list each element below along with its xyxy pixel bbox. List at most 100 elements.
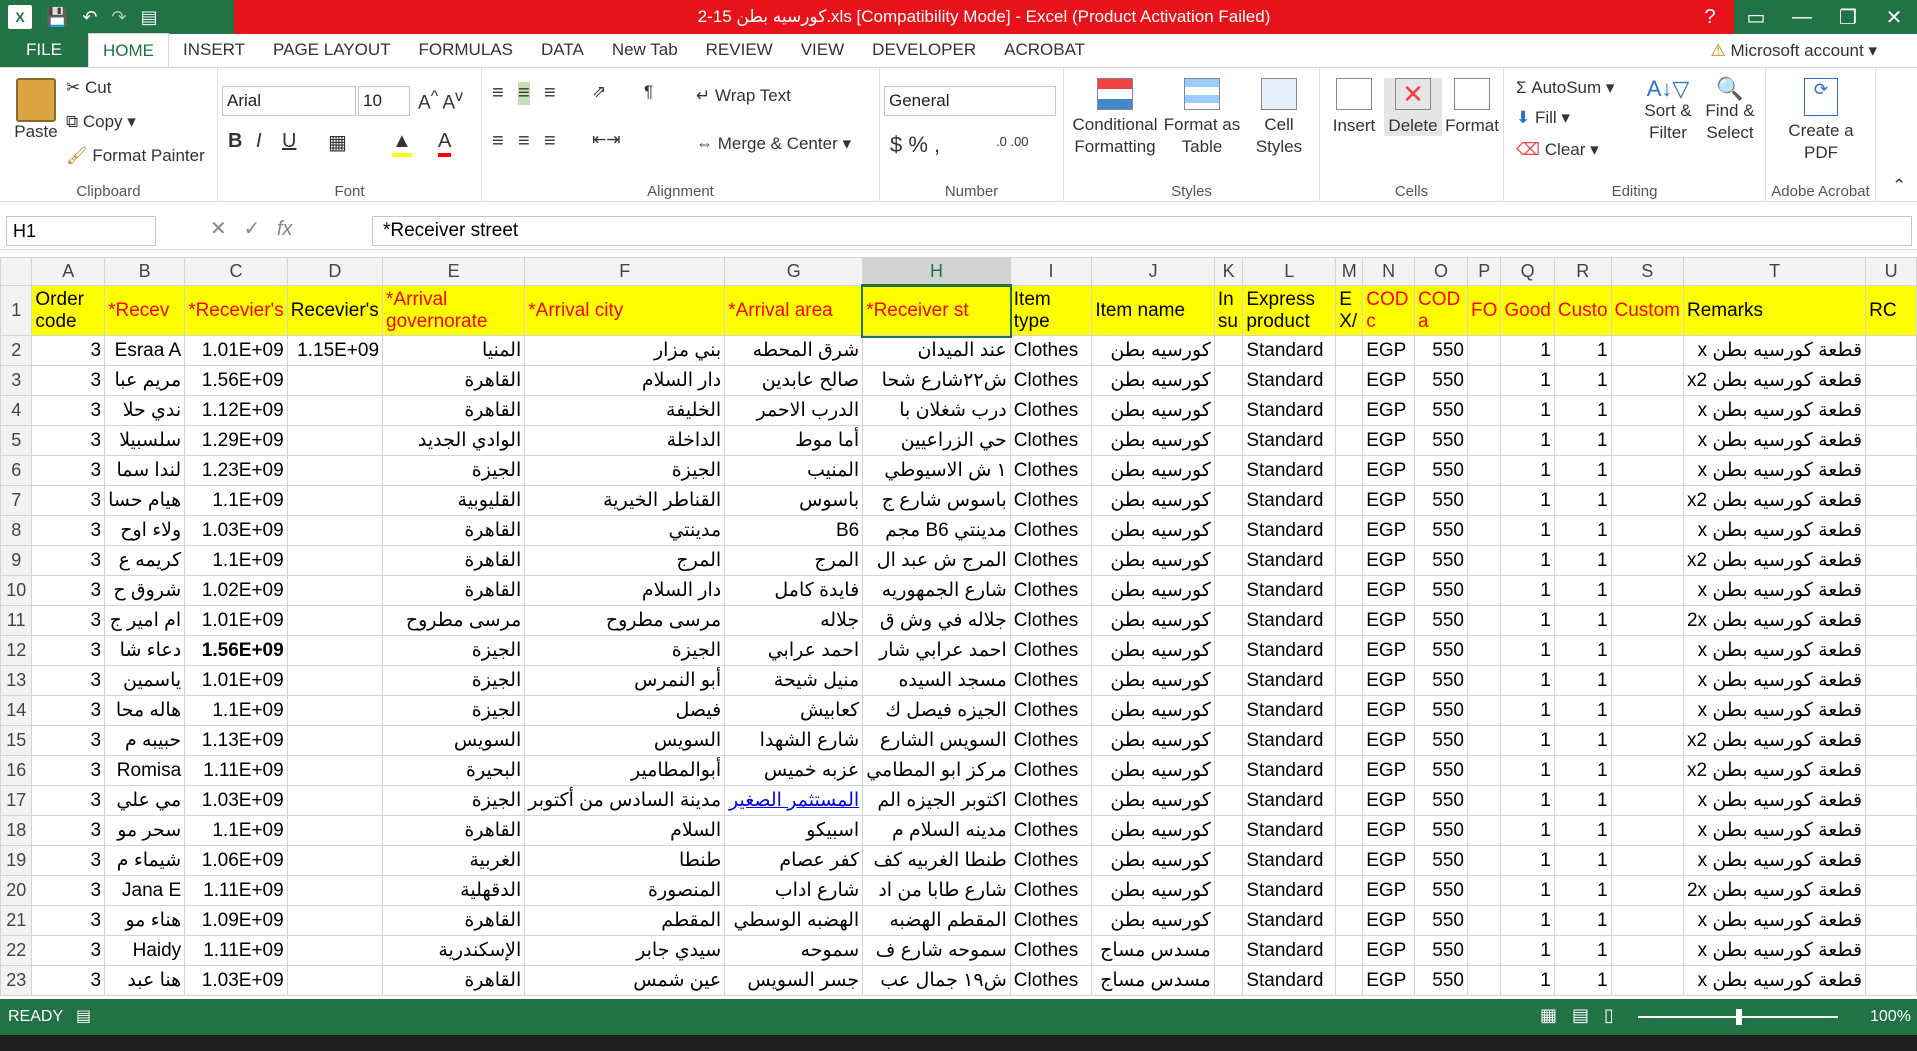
table-cell[interactable]: 3: [31, 635, 106, 666]
table-cell[interactable]: الوادي الجديد: [382, 425, 526, 456]
table-cell[interactable]: قطعة كورسيه بطن x: [1682, 395, 1867, 426]
table-cell[interactable]: 3: [31, 815, 106, 846]
account-menu[interactable]: ⚠ Microsoft account ▾: [1711, 34, 1877, 68]
table-cell[interactable]: السويس: [382, 725, 526, 756]
currency-icon[interactable]: $ % ,: [890, 132, 940, 158]
tab-file[interactable]: FILE: [0, 33, 88, 67]
table-cell[interactable]: [286, 935, 384, 966]
table-cell[interactable]: 3: [31, 425, 106, 456]
format-painter-button[interactable]: 🖌 Format Painter: [66, 146, 205, 166]
table-cell[interactable]: مدينتي B6 مجم: [862, 515, 1011, 546]
table-cell[interactable]: [1865, 905, 1917, 936]
table-cell[interactable]: Standard: [1242, 725, 1337, 756]
table-cell[interactable]: قطعة كورسيه بطن x: [1682, 665, 1867, 696]
table-cell[interactable]: [1466, 455, 1502, 486]
table-cell[interactable]: طنطا: [524, 845, 726, 876]
table-cell[interactable]: 550: [1414, 425, 1468, 456]
table-cell[interactable]: المستثمر الصغير: [724, 785, 864, 816]
table-cell[interactable]: جلاله: [724, 605, 864, 636]
column-header[interactable]: E: [382, 257, 526, 286]
table-cell[interactable]: ش٢٢شارع شحا: [862, 365, 1011, 396]
header-cell[interactable]: Item type: [1009, 285, 1093, 336]
tab-formulas[interactable]: FORMULAS: [405, 33, 527, 67]
row-header[interactable]: 7: [0, 485, 33, 516]
table-cell[interactable]: Standard: [1242, 605, 1337, 636]
column-header[interactable]: F: [524, 257, 726, 286]
table-cell[interactable]: [1466, 755, 1502, 786]
table-cell[interactable]: Clothes: [1009, 875, 1093, 906]
table-cell[interactable]: [1865, 395, 1917, 426]
table-cell[interactable]: دار السلام: [524, 365, 726, 396]
table-cell[interactable]: 1.56E+09: [184, 365, 288, 396]
table-cell[interactable]: المنيا: [382, 335, 526, 366]
table-cell[interactable]: كورسيه بطن: [1091, 755, 1215, 786]
table-cell[interactable]: 1: [1553, 455, 1612, 486]
table-cell[interactable]: كورسيه بطن: [1091, 815, 1215, 846]
table-cell[interactable]: Standard: [1242, 365, 1337, 396]
table-cell[interactable]: القاهرة: [382, 545, 526, 576]
font-color-icon[interactable]: A: [438, 130, 452, 157]
table-cell[interactable]: [1335, 665, 1364, 696]
column-header[interactable]: H: [862, 257, 1011, 287]
table-cell[interactable]: سلسبيلا: [104, 425, 186, 456]
table-cell[interactable]: القاهرة: [382, 395, 526, 426]
table-cell[interactable]: 1: [1553, 695, 1612, 726]
table-cell[interactable]: Clothes: [1009, 785, 1093, 816]
table-cell[interactable]: هاله محا: [104, 695, 186, 726]
table-cell[interactable]: Haidy: [104, 935, 186, 966]
table-cell[interactable]: منيل شيحة: [724, 665, 864, 696]
align-left-icon[interactable]: ≡: [492, 130, 504, 153]
table-cell[interactable]: 550: [1414, 395, 1468, 426]
font-name-select[interactable]: Arial: [222, 86, 356, 116]
table-cell[interactable]: [1213, 635, 1244, 666]
table-cell[interactable]: Standard: [1242, 695, 1337, 726]
table-cell[interactable]: EGP: [1362, 575, 1416, 606]
table-cell[interactable]: أما موط: [724, 425, 864, 456]
table-cell[interactable]: 1: [1500, 755, 1555, 786]
table-cell[interactable]: 550: [1414, 785, 1468, 816]
table-cell[interactable]: قطعة كورسيه بطن x: [1682, 425, 1867, 456]
table-cell[interactable]: كورسيه بطن: [1091, 785, 1215, 816]
table-cell[interactable]: هيام حسا: [104, 485, 186, 516]
table-cell[interactable]: 1: [1553, 515, 1612, 546]
table-cell[interactable]: 1: [1553, 575, 1612, 606]
table-cell[interactable]: 1: [1500, 545, 1555, 576]
table-cell[interactable]: ياسمين: [104, 665, 186, 696]
table-cell[interactable]: قطعة كورسيه بطن 2x: [1682, 605, 1867, 636]
table-cell[interactable]: كورسيه بطن: [1091, 845, 1215, 876]
table-cell[interactable]: قطعة كورسيه بطن x: [1682, 845, 1867, 876]
table-cell[interactable]: [1213, 395, 1244, 426]
table-cell[interactable]: [1466, 395, 1502, 426]
header-cell[interactable]: COD c: [1362, 285, 1416, 336]
header-cell[interactable]: *Recevier's: [184, 285, 288, 336]
table-cell[interactable]: 3: [31, 875, 106, 906]
table-cell[interactable]: 1: [1500, 815, 1555, 846]
table-cell[interactable]: [1466, 605, 1502, 636]
table-cell[interactable]: Clothes: [1009, 635, 1093, 666]
table-cell[interactable]: [1610, 485, 1684, 516]
underline-button[interactable]: U: [282, 130, 296, 153]
table-cell[interactable]: [1213, 965, 1244, 996]
table-cell[interactable]: القاهرة: [382, 575, 526, 606]
table-cell[interactable]: كفر عصام: [724, 845, 864, 876]
table-cell[interactable]: [1335, 455, 1364, 486]
tab-data[interactable]: DATA: [527, 33, 598, 67]
table-cell[interactable]: 1: [1553, 725, 1612, 756]
table-cell[interactable]: [1466, 545, 1502, 576]
table-cell[interactable]: [1610, 455, 1684, 486]
table-cell[interactable]: 550: [1414, 545, 1468, 576]
column-header[interactable]: R: [1553, 257, 1612, 286]
table-cell[interactable]: 1: [1553, 905, 1612, 936]
table-cell[interactable]: 1: [1553, 875, 1612, 906]
column-header[interactable]: O: [1414, 257, 1468, 286]
table-cell[interactable]: 1.06E+09: [184, 845, 288, 876]
table-cell[interactable]: قطعة كورسيه بطن x2: [1682, 485, 1867, 516]
header-cell[interactable]: Custo: [1553, 285, 1612, 336]
table-cell[interactable]: شرق المحطه: [724, 335, 864, 366]
table-cell[interactable]: 550: [1414, 815, 1468, 846]
table-cell[interactable]: 3: [31, 755, 106, 786]
name-box[interactable]: H1: [6, 216, 156, 246]
table-cell[interactable]: [1466, 935, 1502, 966]
table-cell[interactable]: القاهرة: [382, 515, 526, 546]
table-cell[interactable]: Standard: [1242, 905, 1337, 936]
